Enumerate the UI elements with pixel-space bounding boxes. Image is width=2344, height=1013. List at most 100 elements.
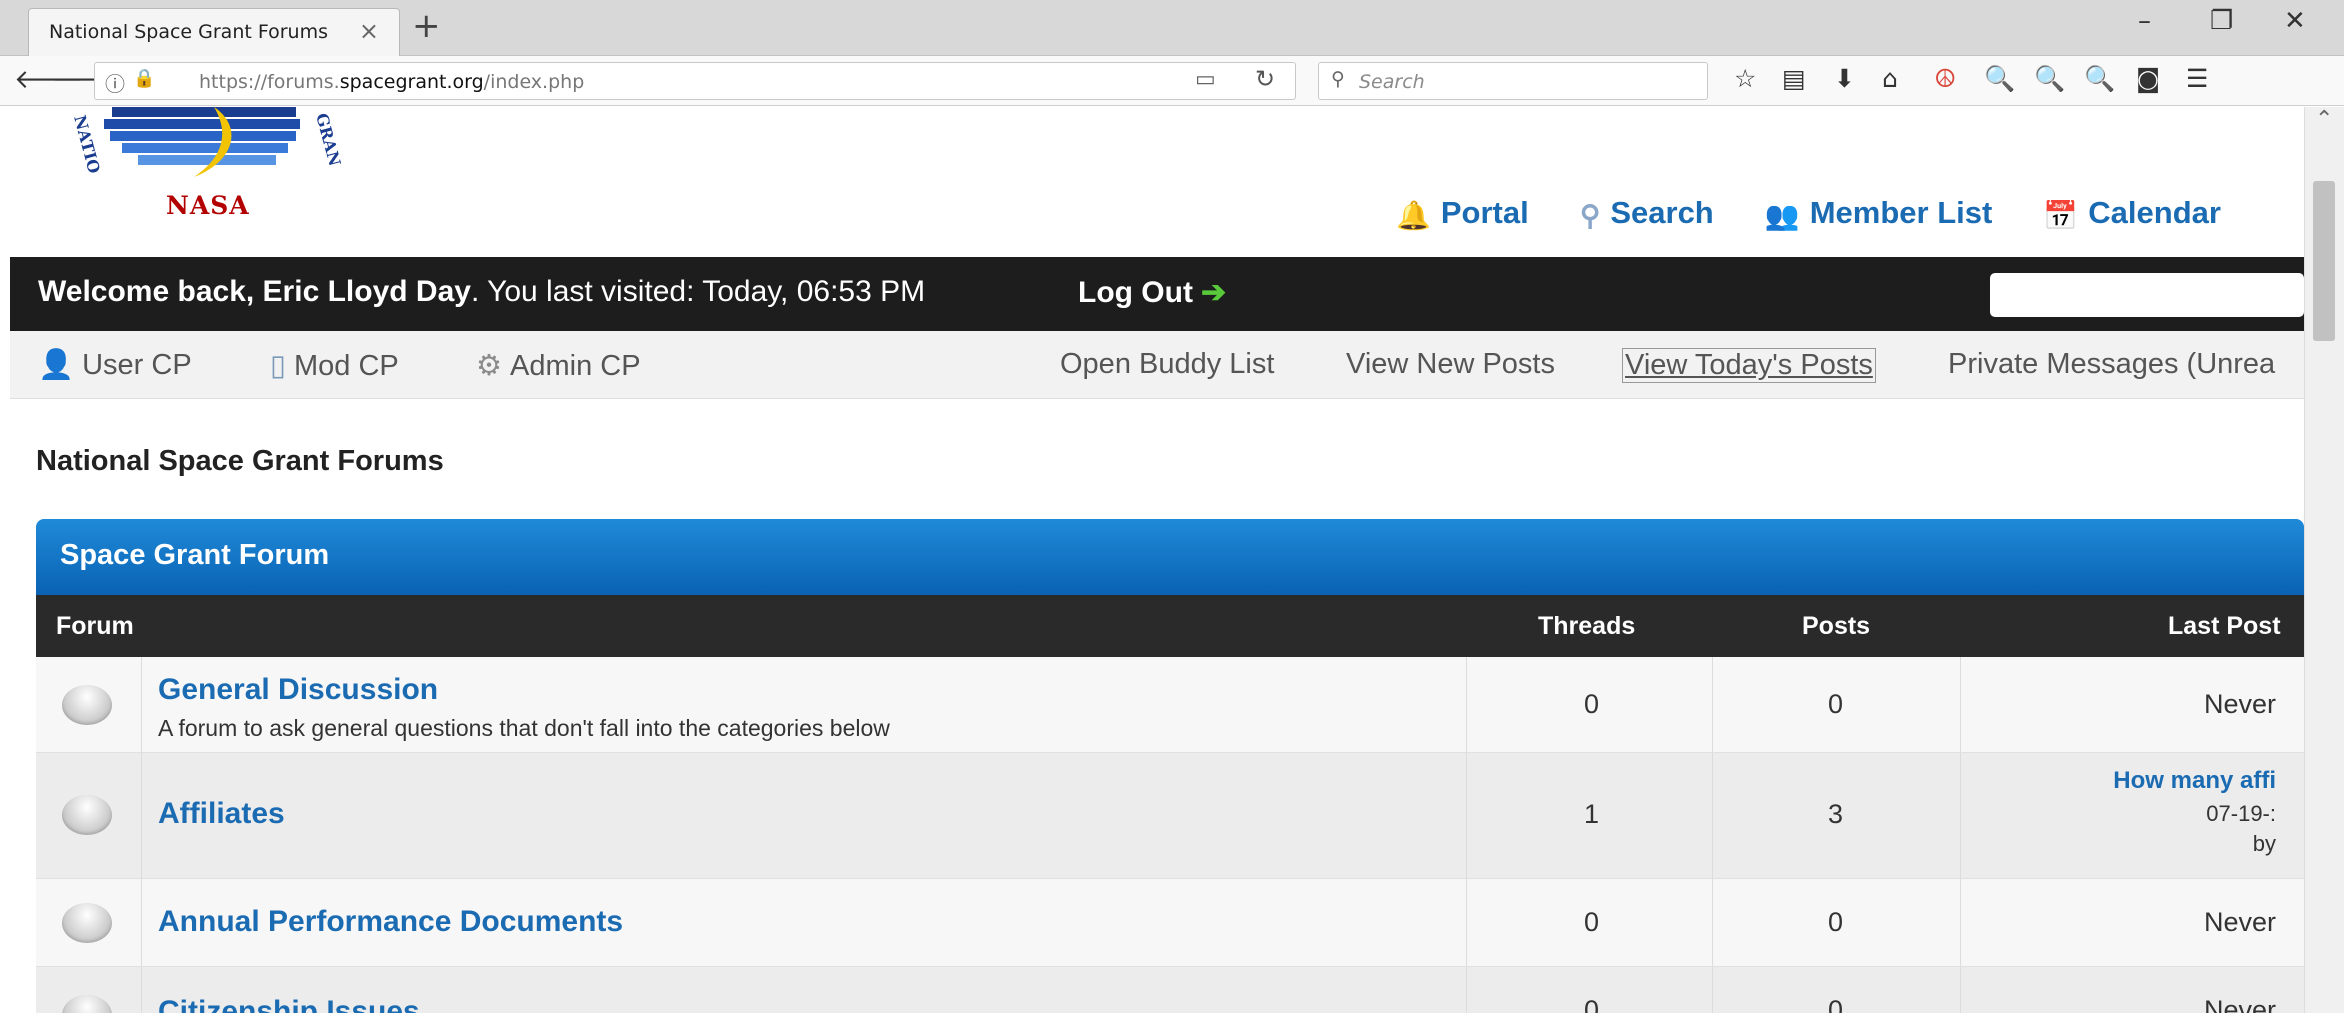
forum-status-cell bbox=[36, 879, 142, 966]
column-divider bbox=[1466, 967, 1467, 1013]
space-grant-logo[interactable]: NATIO GRAN NASA bbox=[64, 107, 394, 227]
column-divider bbox=[1960, 753, 1961, 878]
url-bar[interactable]: ⓘ 🔒 https://forums.spacegrant.org/index.… bbox=[94, 62, 1296, 100]
user-cp-icon: 👤 bbox=[38, 349, 75, 381]
library-icon[interactable]: ▤ bbox=[1782, 64, 1806, 93]
home-icon[interactable]: ⌂ bbox=[1882, 64, 1898, 93]
search-icon: ⚲ bbox=[1331, 68, 1345, 90]
browser-tab[interactable]: National Space Grant Forums × bbox=[28, 8, 400, 56]
logout-arrow-icon: ➔ bbox=[1200, 276, 1227, 309]
forum-row: Citizenship Issues 0 0 Never bbox=[36, 967, 2304, 1013]
view-todays-posts-link[interactable]: View Today's Posts bbox=[1622, 348, 1876, 383]
forum-description: A forum to ask general questions that do… bbox=[158, 715, 890, 741]
last-post-value: Never bbox=[2203, 995, 2276, 1013]
restore-button[interactable]: ❐ bbox=[2210, 6, 2233, 36]
column-posts: Posts bbox=[1802, 612, 1871, 640]
extension-zoom-in-icon[interactable]: 🔍 bbox=[1984, 64, 2015, 94]
column-divider bbox=[1466, 879, 1467, 966]
forum-status-cell bbox=[36, 967, 142, 1013]
reader-view-icon[interactable]: ▭ bbox=[1195, 67, 1216, 92]
forum-table: Space Grant Forum Forum Threads Posts La… bbox=[36, 519, 2304, 1013]
forum-title-link[interactable]: Affiliates bbox=[158, 797, 285, 831]
bookmark-star-icon[interactable]: ☆ bbox=[1734, 64, 1756, 93]
forum-row: General Discussion A forum to ask genera… bbox=[36, 657, 2304, 753]
column-divider bbox=[1960, 657, 1961, 752]
calendar-link[interactable]: 📅 Calendar bbox=[2043, 195, 2221, 232]
post-count: 3 bbox=[1828, 799, 1844, 829]
thread-count: 1 bbox=[1584, 799, 1600, 829]
logo-graphic: NATIO GRAN bbox=[70, 107, 344, 177]
forum-title-link[interactable]: Citizenship Issues bbox=[158, 995, 420, 1013]
new-tab-button[interactable]: + bbox=[412, 6, 441, 46]
forum-title-link[interactable]: General Discussion bbox=[158, 673, 438, 707]
extension-peace-icon[interactable]: ☮ bbox=[1934, 64, 1956, 93]
forum-status-cell bbox=[36, 753, 142, 878]
category-header: Space Grant Forum bbox=[36, 519, 2304, 595]
last-post-author: by bbox=[2252, 831, 2276, 856]
forum-row: Affiliates 1 3 How many affi 07-19-: by bbox=[36, 753, 2304, 879]
logo-nasa-text: NASA bbox=[166, 191, 250, 220]
forum-read-status-icon bbox=[62, 903, 112, 943]
browser-search-box[interactable]: ⚲ Search bbox=[1318, 62, 1708, 100]
welcome-message: Welcome back, Eric Lloyd Day. You last v… bbox=[38, 275, 926, 308]
close-window-button[interactable]: ✕ bbox=[2284, 6, 2306, 36]
mod-cp-link[interactable]: ▯ Mod CP bbox=[270, 348, 399, 383]
scroll-up-arrow-icon[interactable]: ⌃ bbox=[2315, 107, 2333, 132]
download-icon[interactable]: ⬇ bbox=[1834, 64, 1855, 93]
column-divider bbox=[1466, 753, 1467, 878]
last-post-cell: How many affi 07-19-: by bbox=[2076, 767, 2276, 867]
search-placeholder: Search bbox=[1359, 71, 1425, 93]
column-threads: Threads bbox=[1538, 612, 1636, 640]
forum-read-status-icon bbox=[62, 795, 112, 835]
view-new-posts-link[interactable]: View New Posts bbox=[1346, 348, 1555, 381]
hamburger-menu-icon[interactable]: ☰ bbox=[2186, 64, 2208, 93]
column-divider bbox=[1712, 753, 1713, 878]
calendar-icon: 📅 bbox=[2043, 200, 2079, 231]
quick-search-input[interactable] bbox=[1990, 273, 2304, 317]
reload-icon[interactable]: ↻ bbox=[1255, 65, 1275, 93]
minimize-button[interactable]: – bbox=[2138, 6, 2151, 36]
lock-icon[interactable]: 🔒 bbox=[133, 68, 155, 89]
tab-close-icon[interactable]: × bbox=[359, 17, 379, 45]
column-last-post: Last Post bbox=[2168, 612, 2281, 640]
portal-link[interactable]: 🔔 Portal bbox=[1396, 195, 1529, 232]
admin-cp-link[interactable]: ⚙ Admin CP bbox=[476, 348, 641, 383]
browser-tab-bar: National Space Grant Forums × + – ❐ ✕ bbox=[0, 0, 2344, 56]
column-divider bbox=[1712, 967, 1713, 1013]
column-header-row: Forum Threads Posts Last Post bbox=[36, 595, 2304, 657]
last-post-title-link[interactable]: How many affi bbox=[2113, 767, 2276, 795]
username-link[interactable]: Eric Lloyd Day bbox=[263, 275, 471, 308]
pocket-icon[interactable]: ◙ bbox=[2136, 64, 2160, 93]
info-icon[interactable]: ⓘ bbox=[105, 68, 125, 97]
thread-count: 0 bbox=[1584, 689, 1600, 719]
forum-read-status-icon bbox=[62, 685, 112, 725]
search-link[interactable]: ⚲ Search bbox=[1580, 195, 1714, 232]
scrollbar-thumb[interactable] bbox=[2313, 181, 2335, 341]
last-post-date: 07-19-: bbox=[2206, 801, 2276, 826]
extension-zoom-out-icon[interactable]: 🔍 bbox=[2034, 64, 2065, 94]
column-divider bbox=[1712, 879, 1713, 966]
thread-count: 0 bbox=[1584, 995, 1600, 1013]
post-count: 0 bbox=[1828, 907, 1844, 937]
post-count: 0 bbox=[1828, 995, 1844, 1013]
svg-text:GRAN: GRAN bbox=[312, 111, 344, 168]
private-messages-link[interactable]: Private Messages (Unrea bbox=[1948, 348, 2275, 381]
welcome-bar: Welcome back, Eric Lloyd Day. You last v… bbox=[10, 257, 2304, 331]
forum-read-status-icon bbox=[62, 995, 112, 1013]
extension-zoom-reset-icon[interactable]: 🔍 bbox=[2084, 64, 2115, 94]
thread-count: 0 bbox=[1584, 907, 1600, 937]
category-title[interactable]: Space Grant Forum bbox=[60, 539, 329, 572]
forum-status-cell bbox=[36, 657, 142, 752]
open-buddy-list-link[interactable]: Open Buddy List bbox=[1060, 348, 1274, 381]
logout-link[interactable]: Log Out ➔ bbox=[1078, 275, 1226, 310]
mod-cp-icon: ▯ bbox=[270, 350, 286, 382]
user-cp-link[interactable]: 👤 User CP bbox=[38, 348, 192, 382]
page-scrollbar[interactable]: ⌃ bbox=[2304, 107, 2344, 1013]
members-icon: 👥 bbox=[1764, 200, 1800, 231]
member-list-link[interactable]: 👥 Member List bbox=[1765, 195, 1992, 232]
svg-text:NATIO: NATIO bbox=[70, 113, 104, 175]
top-links: 🔔 Portal ⚲ Search 👥 Member List 📅 Calendar bbox=[1396, 195, 2267, 235]
forum-title-link[interactable]: Annual Performance Documents bbox=[158, 905, 623, 939]
column-forum: Forum bbox=[56, 612, 134, 640]
url-text: https://forums.spacegrant.org/index.php bbox=[199, 71, 585, 93]
